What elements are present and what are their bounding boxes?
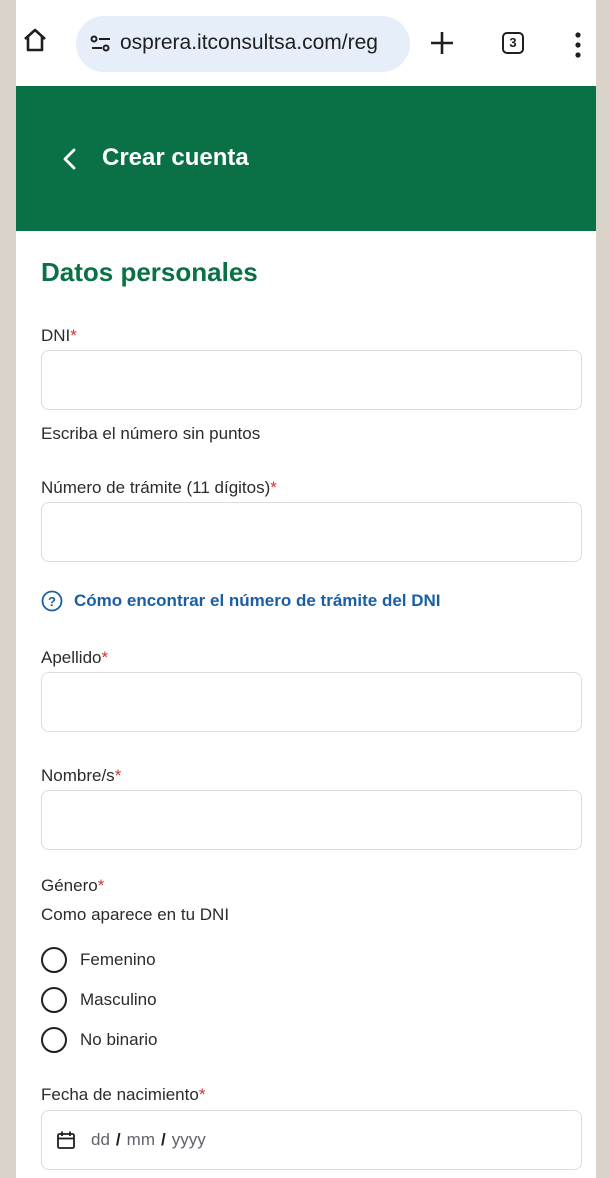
required-mark: * <box>198 1085 206 1104</box>
new-tab-icon[interactable] <box>429 30 455 56</box>
genero-label: Género* <box>41 876 104 896</box>
radio-button[interactable] <box>41 947 67 973</box>
menu-icon[interactable] <box>574 32 582 58</box>
address-bar[interactable]: osprera.itconsultsa.com/reg <box>76 16 410 72</box>
help-link-text[interactable]: Cómo encontrar el número de trámite del … <box>74 591 441 611</box>
nombre-label-text: Nombre/s <box>41 766 115 785</box>
required-mark: * <box>97 876 105 895</box>
apellido-label: Apellido* <box>41 648 108 668</box>
apellido-label-text: Apellido <box>41 648 102 667</box>
help-icon: ? <box>41 590 63 612</box>
date-year[interactable]: yyyy <box>172 1130 206 1149</box>
required-mark: * <box>70 326 77 345</box>
dni-hint: Escriba el número sin puntos <box>41 424 261 443</box>
svg-text:?: ? <box>48 594 56 609</box>
tramite-label: Número de trámite (11 dígitos)* <box>41 478 277 498</box>
tramite-input[interactable] <box>41 502 582 562</box>
url-text[interactable]: osprera.itconsultsa.com/reg <box>120 31 378 55</box>
required-mark: * <box>114 766 122 785</box>
site-info-icon[interactable] <box>90 33 112 55</box>
radio-label[interactable]: Masculino <box>80 990 157 1010</box>
radio-button[interactable] <box>41 1027 67 1053</box>
nombre-label: Nombre/s* <box>41 766 121 786</box>
radio-label[interactable]: Femenino <box>80 950 156 970</box>
app-header: Crear cuenta <box>16 86 596 231</box>
date-month[interactable]: mm <box>127 1130 155 1149</box>
genero-label-text: Género <box>41 876 98 895</box>
tab-switcher-icon[interactable]: 3 <box>502 32 524 54</box>
home-icon[interactable] <box>22 27 48 53</box>
phone-screen: osprera.itconsultsa.com/reg 3 Crear cuen… <box>16 0 596 1178</box>
date-separator: / <box>160 1130 166 1149</box>
dni-input[interactable] <box>41 350 582 410</box>
radio-button[interactable] <box>41 987 67 1013</box>
back-icon[interactable] <box>60 147 80 171</box>
fecha-label-text: Fecha de nacimiento <box>41 1085 199 1104</box>
calendar-icon[interactable] <box>56 1130 76 1150</box>
date-placeholder[interactable]: dd / mm / yyyy <box>91 1130 206 1150</box>
radio-label[interactable]: No binario <box>80 1030 158 1050</box>
dni-label-text: DNI <box>41 326 71 345</box>
birthdate-input[interactable]: dd / mm / yyyy <box>41 1110 582 1170</box>
fecha-label: Fecha de nacimiento* <box>41 1085 205 1105</box>
date-day[interactable]: dd <box>91 1130 110 1149</box>
browser-toolbar: osprera.itconsultsa.com/reg 3 <box>16 0 596 86</box>
nombre-input[interactable] <box>41 790 582 850</box>
section-title: Datos personales <box>41 257 258 287</box>
dni-label: DNI* <box>41 326 77 346</box>
apellido-input[interactable] <box>41 672 582 732</box>
required-mark: * <box>101 648 109 667</box>
genero-hint: Como aparece en tu DNI <box>41 905 230 924</box>
page-title: Crear cuenta <box>102 144 249 171</box>
required-mark: * <box>270 478 277 497</box>
tramite-label-text: Número de trámite (11 dígitos) <box>41 478 271 497</box>
date-separator: / <box>115 1130 121 1149</box>
